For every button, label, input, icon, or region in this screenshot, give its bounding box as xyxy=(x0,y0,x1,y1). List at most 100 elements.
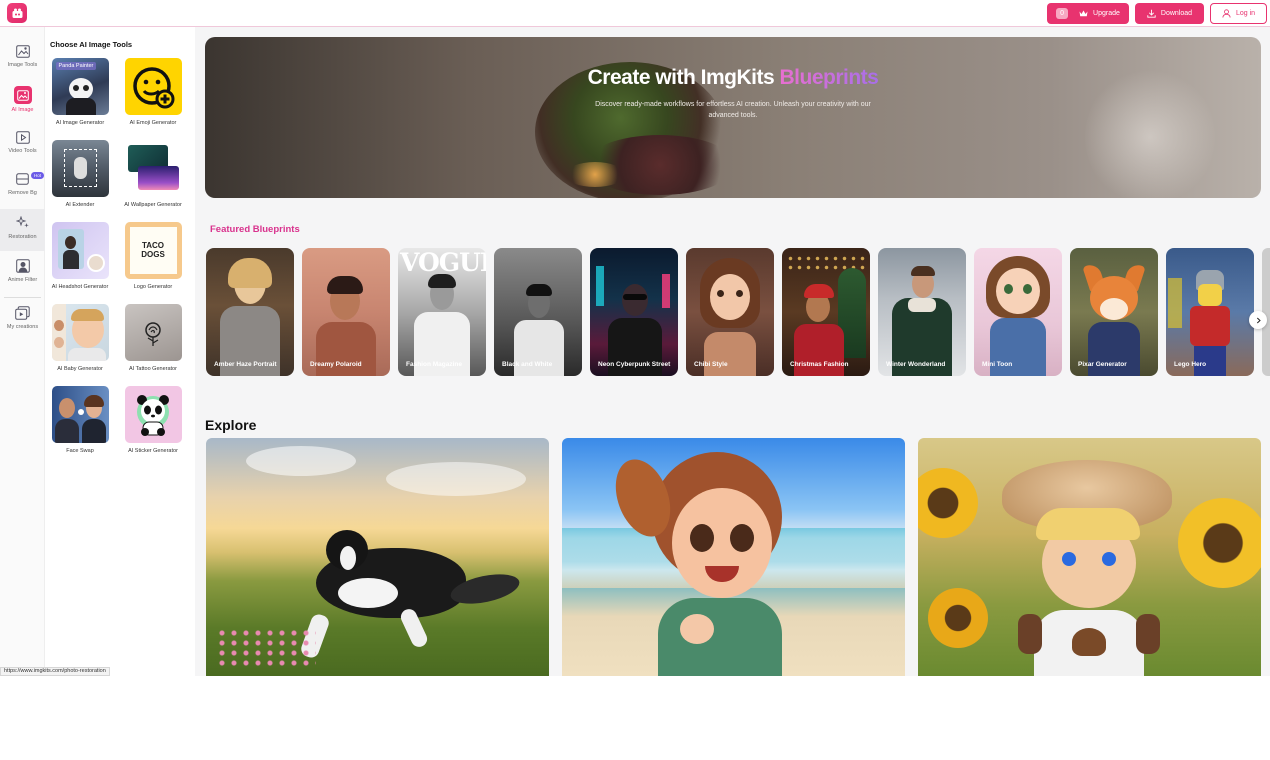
download-button[interactable]: Download xyxy=(1135,3,1204,24)
blueprint-card[interactable]: Lego Hero xyxy=(1166,248,1254,376)
explore-image-boy-sunflowers[interactable] xyxy=(918,438,1261,676)
hero-subtitle: Discover ready-made workflows for effort… xyxy=(595,101,871,120)
blueprint-card[interactable]: VOGUE Fashion Magazine xyxy=(398,248,486,376)
blueprint-card[interactable]: Neon Cyberpunk Street xyxy=(590,248,678,376)
rail-label: Restoration xyxy=(8,234,37,240)
blueprint-card[interactable]: Amber Haze Portrait xyxy=(206,248,294,376)
tool-thumbnail xyxy=(124,304,182,361)
hero-title-main: Create with ImgKits xyxy=(587,66,780,89)
carousel-next-button[interactable] xyxy=(1249,311,1267,329)
blueprint-label: Chibi Style xyxy=(694,360,728,368)
rail-label: My creations xyxy=(6,324,39,330)
video-tools-icon xyxy=(15,129,31,145)
featured-title: Featured Blueprints xyxy=(210,224,300,235)
blueprint-label: Fashion Magazine xyxy=(406,360,462,368)
tool-thumbnail xyxy=(51,140,109,197)
thumb-caption: Panda Painter xyxy=(55,62,97,70)
blueprint-label: Dreamy Polaroid xyxy=(310,360,362,368)
tool-thumbnail xyxy=(51,386,109,443)
tool-label: AI Emoji Generator xyxy=(129,120,177,126)
blueprint-card[interactable]: Dreamy Polaroid xyxy=(302,248,390,376)
tool-thumbnail xyxy=(124,386,182,443)
tool-face-swap[interactable]: Face Swap xyxy=(45,386,115,455)
rail-item-restoration[interactable]: Restoration xyxy=(0,209,45,251)
imgkits-logo[interactable] xyxy=(7,3,27,23)
tool-label: AI Wallpaper Generator xyxy=(124,202,182,208)
user-icon xyxy=(1222,9,1231,18)
image-tools-icon xyxy=(15,43,31,59)
rail-item-anime-filter[interactable]: Anime Filter xyxy=(0,252,45,294)
status-bar-url: https://www.imgkits.com/photo-restoratio… xyxy=(0,667,110,676)
explore-image-dog-meadow[interactable] xyxy=(206,438,549,676)
credits-count: 0 xyxy=(1056,8,1069,19)
magazine-masthead: VOGUE xyxy=(400,248,486,277)
blueprint-card[interactable]: Chibi Style xyxy=(686,248,774,376)
crown-icon xyxy=(1079,10,1088,17)
blueprint-card[interactable]: Pixar Generator xyxy=(1070,248,1158,376)
rail-label: Video Tools xyxy=(8,148,37,154)
blueprint-card[interactable]: Black and White xyxy=(494,248,582,376)
restoration-icon xyxy=(15,215,31,231)
tool-ai-image-generator[interactable]: Panda Painter AI Image Generator xyxy=(45,58,115,127)
hero-banner: Create with ImgKits Blueprints Discover … xyxy=(205,37,1261,198)
tool-ai-extender[interactable]: AI Extender xyxy=(45,140,115,209)
rail-label: Remove Bg xyxy=(8,190,37,196)
rail-item-remove-bg[interactable]: Hot Remove Bg xyxy=(0,166,45,208)
blueprint-card[interactable]: Winter Wonderland xyxy=(878,248,966,376)
blueprint-label: Christmas Fashion xyxy=(790,360,849,368)
tool-label: AI Headshot Generator xyxy=(51,284,109,290)
blueprint-label: Neon Cyberpunk Street xyxy=(598,360,671,368)
tool-thumbnail xyxy=(124,140,182,197)
rail-item-ai-image[interactable]: AI Image xyxy=(0,80,45,122)
rail-divider xyxy=(4,297,41,298)
login-label: Log in xyxy=(1235,10,1256,17)
blueprint-card[interactable]: Christmas Fashion xyxy=(782,248,870,376)
top-header: 0 Upgrade Download Log in xyxy=(0,0,1270,27)
tool-label: AI Sticker Generator xyxy=(128,448,178,454)
tool-thumbnail: Panda Painter xyxy=(51,58,109,115)
tool-label: Face Swap xyxy=(66,448,94,454)
tool-label: AI Image Generator xyxy=(55,120,105,126)
tool-ai-wallpaper-generator[interactable]: AI Wallpaper Generator xyxy=(118,140,188,209)
tool-label: AI Baby Generator xyxy=(57,366,103,372)
tool-label: Logo Generator xyxy=(133,284,173,290)
hot-badge: Hot xyxy=(30,172,44,179)
blueprint-label: Winter Wonderland xyxy=(886,360,946,368)
rail-item-my-creations[interactable]: My creations xyxy=(0,299,45,341)
blueprint-card[interactable]: Mini Toon xyxy=(974,248,1062,376)
upgrade-button[interactable]: 0 Upgrade xyxy=(1047,3,1129,24)
login-button[interactable]: Log in xyxy=(1210,3,1267,24)
anime-filter-icon xyxy=(15,258,31,274)
sidebar-rail: Image Tools AI Image Video Tools Hot Rem… xyxy=(0,27,45,676)
blueprint-label: Black and White xyxy=(502,360,553,368)
logo-icon xyxy=(12,8,22,18)
tool-ai-baby-generator[interactable]: AI Baby Generator xyxy=(45,304,115,373)
app-root: 0 Upgrade Download Log in Image Tools AI… xyxy=(0,0,1270,676)
my-creations-icon xyxy=(15,305,31,321)
blueprint-label: Mini Toon xyxy=(982,360,1013,368)
tool-ai-headshot-generator[interactable]: AI Headshot Generator xyxy=(45,222,115,291)
blueprint-label: Pixar Generator xyxy=(1078,360,1127,368)
download-icon xyxy=(1147,9,1156,18)
download-label: Download xyxy=(1160,10,1193,17)
tool-label: AI Tattoo Generator xyxy=(129,366,177,372)
tool-ai-emoji-generator[interactable]: AI Emoji Generator xyxy=(118,58,188,127)
rail-item-image-tools[interactable]: Image Tools xyxy=(0,37,45,79)
ai-tools-panel: Choose AI Image Tools Panda Painter AI I… xyxy=(45,27,195,676)
blueprint-label: Lego Hero xyxy=(1174,360,1207,368)
tools-panel-title: Choose AI Image Tools xyxy=(50,40,133,49)
hero-title: Create with ImgKits Blueprints xyxy=(205,66,1261,90)
hero-title-accent: Blueprints xyxy=(779,66,879,89)
tool-thumbnail xyxy=(51,304,109,361)
panda-sticker-icon xyxy=(137,394,169,436)
rail-item-video-tools[interactable]: Video Tools xyxy=(0,123,45,165)
tool-logo-generator[interactable]: TACO DOGS Logo Generator xyxy=(118,222,188,291)
tool-label: AI Extender xyxy=(65,202,95,208)
emoji-add-icon xyxy=(133,66,175,108)
upgrade-label: Upgrade xyxy=(1093,10,1120,17)
tool-ai-tattoo-generator[interactable]: AI Tattoo Generator xyxy=(118,304,188,373)
explore-image-cartoon-girl-beach[interactable] xyxy=(562,438,905,676)
rail-label: AI Image xyxy=(11,107,34,113)
tool-ai-sticker-generator[interactable]: AI Sticker Generator xyxy=(118,386,188,455)
chevron-right-icon xyxy=(1256,317,1261,323)
